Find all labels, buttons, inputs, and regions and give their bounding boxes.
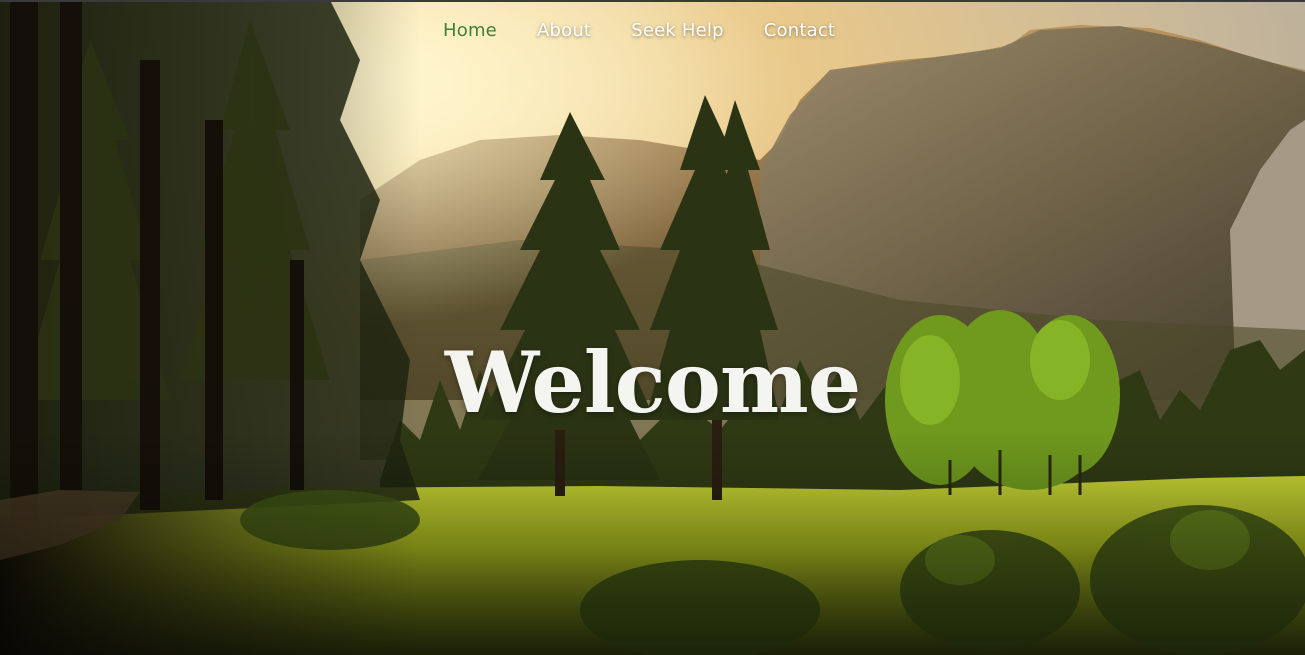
nav-link-home[interactable]: Home	[423, 18, 517, 43]
main-nav: Home About Seek Help Contact	[423, 18, 855, 43]
hero-section: Home About Seek Help Contact Welcome	[0, 0, 1305, 655]
hero-background-image	[0, 0, 1305, 655]
top-border	[0, 0, 1305, 2]
nav-link-seek-help[interactable]: Seek Help	[611, 18, 744, 43]
nav-link-contact[interactable]: Contact	[744, 18, 855, 43]
nav-link-about[interactable]: About	[517, 18, 611, 43]
hero-heading: Welcome	[444, 333, 861, 433]
